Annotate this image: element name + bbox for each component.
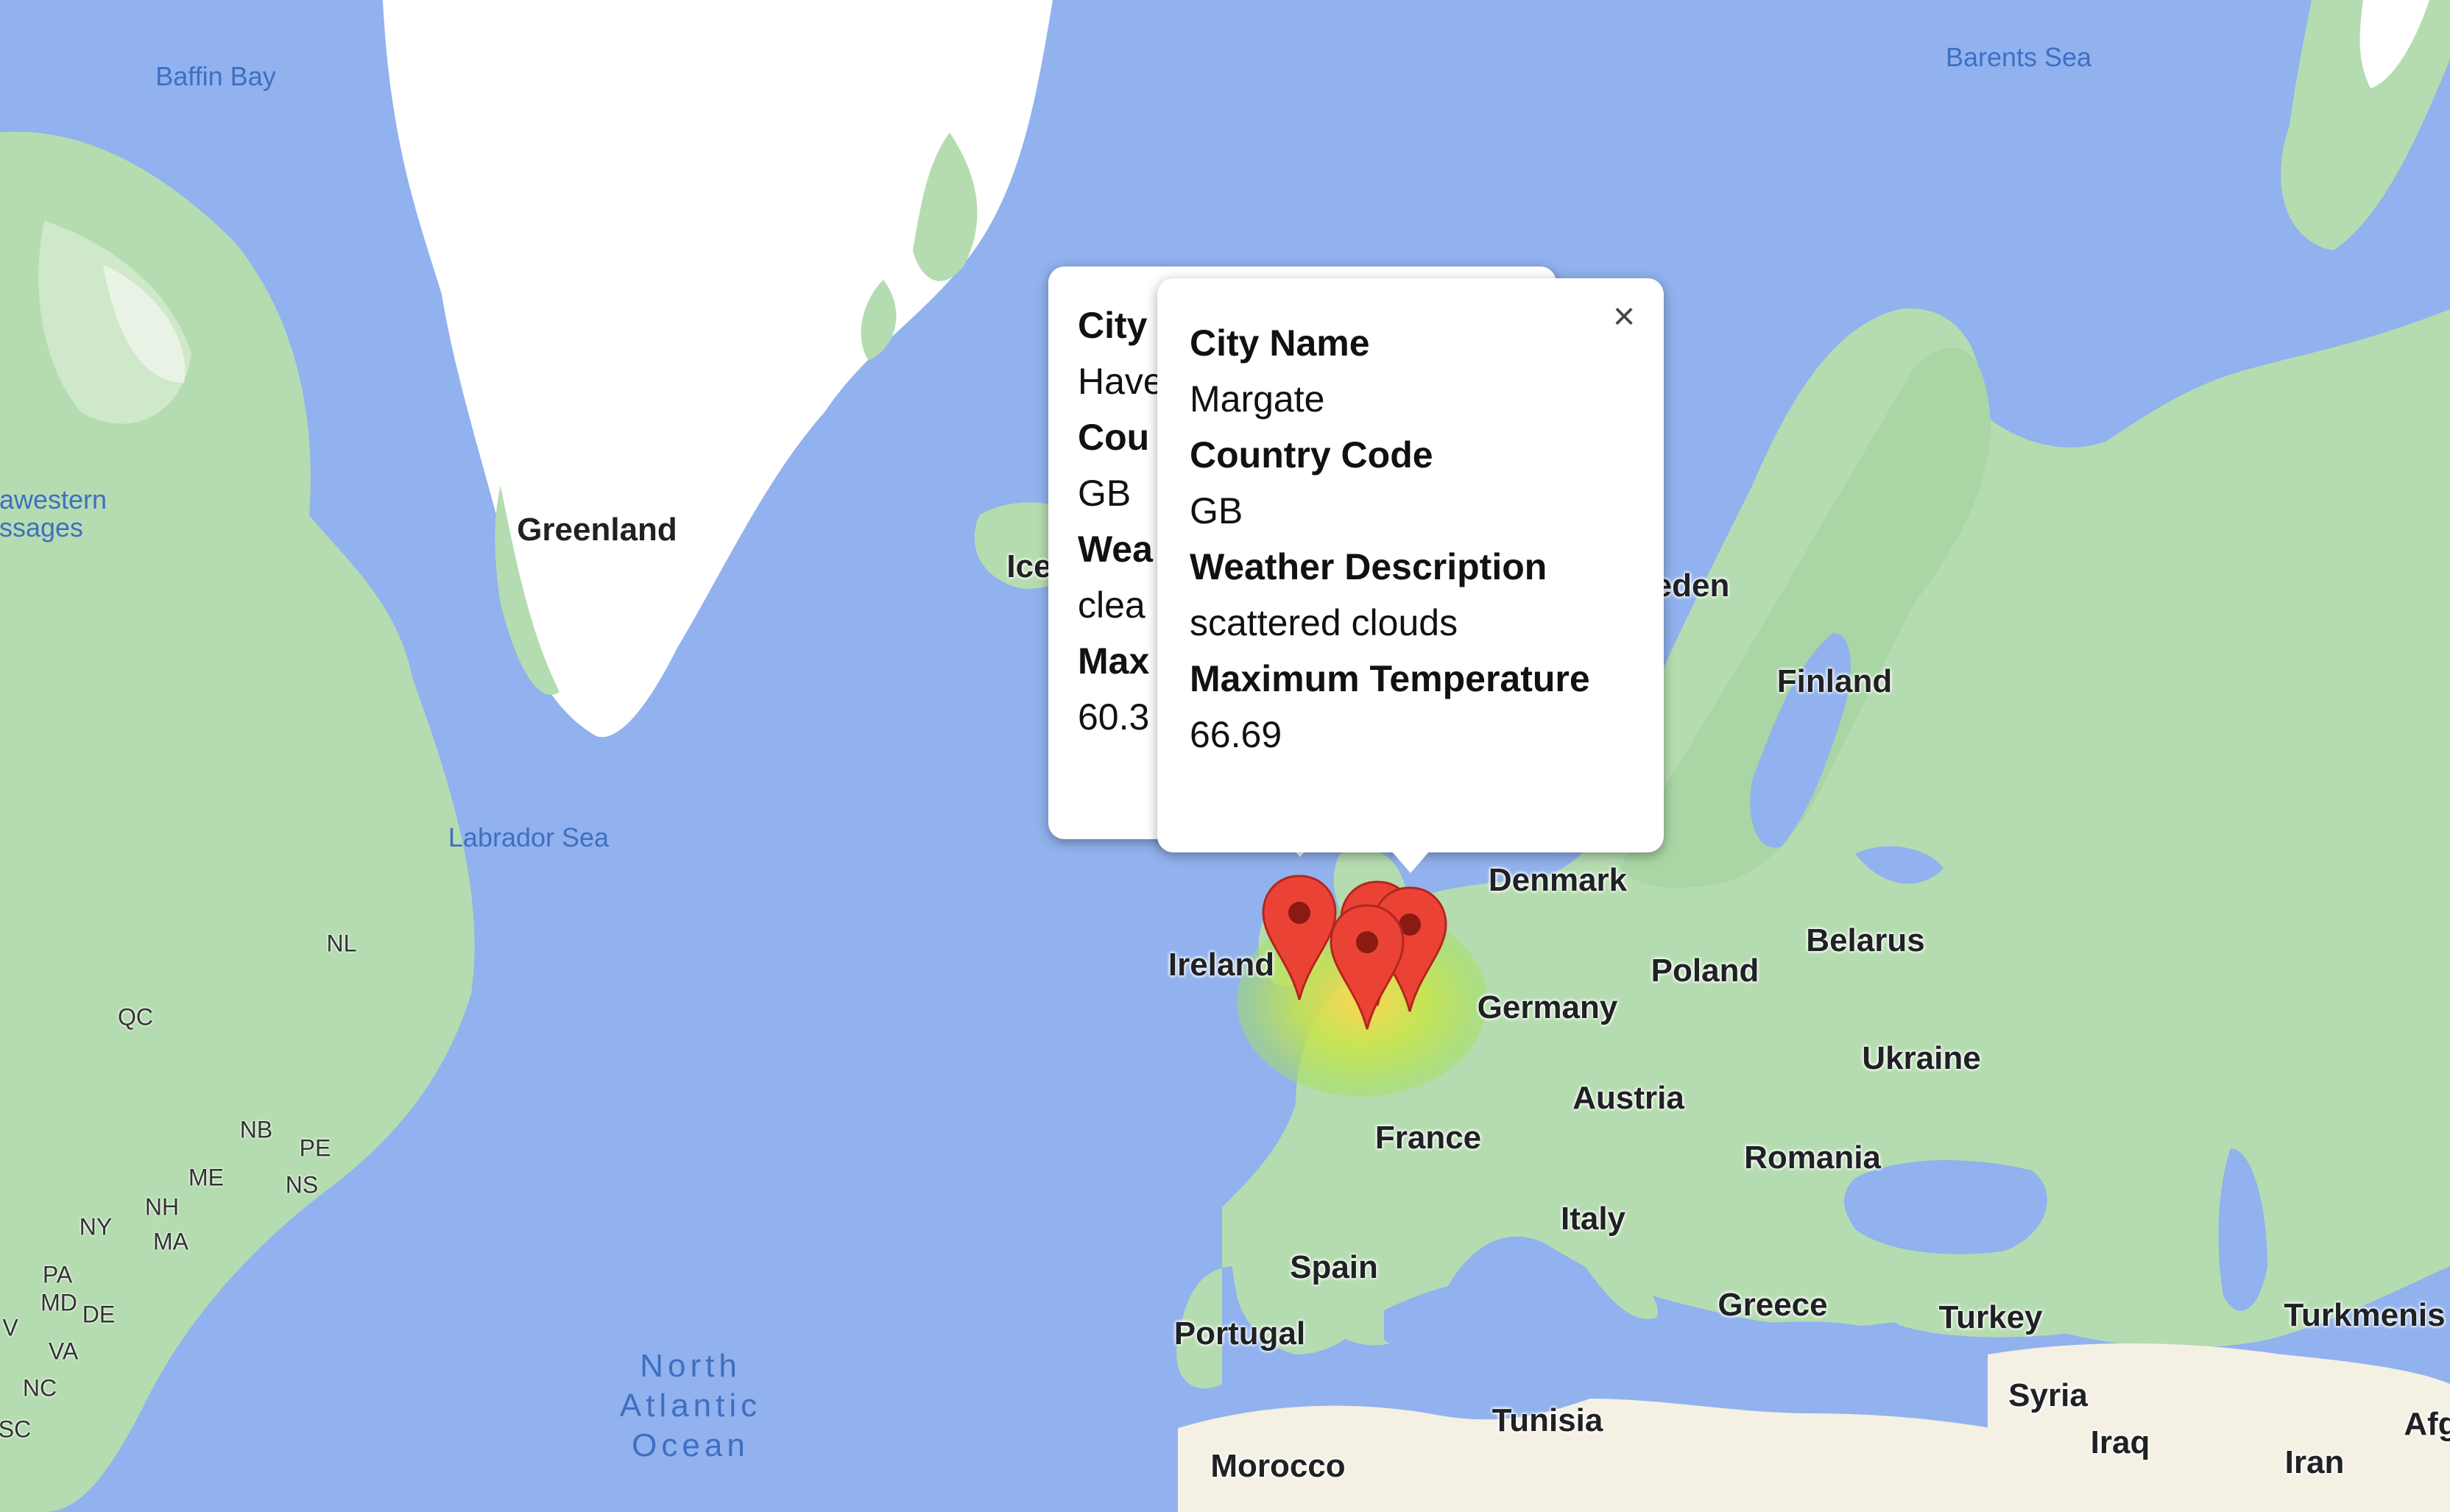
label-denmark: Denmark [1488,862,1628,898]
map-canvas[interactable]: Baffin Bay Barents Sea Labrador Sea awes… [0,0,2450,1512]
label-sweden: eden [1653,568,1730,604]
label-state-va: VA [48,1338,79,1365]
label-state-me: ME [188,1164,224,1191]
label-romania: Romania [1744,1140,1881,1176]
label-state-wv: V [2,1314,18,1341]
info-field-country-code-key: Country Code [1190,434,1433,476]
label-north-atlantic-ocean: North Atlantic Ocean [620,1346,761,1466]
close-icon[interactable]: × [1602,296,1646,340]
info-field-country-code-value: GB [1190,490,1243,531]
ocean-label-line-2: Atlantic [619,1388,762,1424]
label-state-qc: QC [118,1003,153,1031]
label-state-ma: MA [153,1228,188,1255]
label-spain: Spain [1290,1249,1378,1285]
label-france: France [1374,1120,1482,1156]
label-state-sc: SC [0,1416,32,1443]
label-northwestern-passages-1: awestern [0,484,107,515]
label-state-de: DE [82,1301,116,1328]
label-poland: Poland [1651,953,1759,989]
info-field-weather-description-value: scattered clouds [1190,602,1458,643]
label-ukraine: Ukraine [1862,1040,1981,1076]
label-labrador-sea: Labrador Sea [448,822,610,852]
label-state-pe: PE [299,1134,331,1162]
label-baffin-bay: Baffin Bay [155,61,276,91]
label-barents-sea: Barents Sea [1945,42,2092,72]
label-afghanistan: Afg [2404,1406,2450,1442]
label-austria: Austria [1572,1080,1684,1116]
label-iran: Iran [2284,1444,2345,1480]
info-field-maximum-temperature-key: Maximum Temperature [1190,658,1590,699]
label-iraq: Iraq [2090,1424,2150,1460]
info-field-city-name-key: City Name [1190,322,1370,364]
label-turkmenistan: Turkmenis [2284,1297,2446,1333]
label-turkey: Turkey [1938,1299,2043,1335]
label-iceland: Ice [1006,548,1052,584]
label-italy: Italy [1560,1201,1626,1237]
ocean-label-line-3: Ocean [632,1427,749,1463]
label-state-nc: NC [22,1374,57,1402]
label-northwestern-passages-2: ssages [0,512,84,543]
label-tunisia: Tunisia [1491,1402,1603,1438]
info-window-front-tail [1391,851,1430,873]
label-germany: Germany [1477,989,1618,1025]
label-state-nb: NB [239,1116,273,1143]
label-greenland: Greenland [517,512,677,548]
label-state-nh: NH [144,1193,180,1220]
label-state-ns: NS [285,1171,319,1198]
info-field-maximum-temperature-value: 66.69 [1190,714,1282,755]
map-marker-1[interactable] [1260,873,1338,1003]
label-syria: Syria [2008,1377,2088,1413]
label-state-nl: NL [326,930,357,957]
label-ireland: Ireland [1168,947,1275,983]
info-field-weather-description-key: Weather Description [1190,546,1547,587]
label-morocco: Morocco [1210,1448,1346,1484]
label-portugal: Portugal [1173,1315,1306,1352]
label-belarus: Belarus [1806,922,1925,958]
info-window-front[interactable]: × City Name Margate Country Code GB Weat… [1157,278,1664,852]
ocean-label-line-1: North [640,1348,741,1384]
label-state-md: MD [40,1289,77,1316]
map-marker-4[interactable] [1328,902,1406,1032]
info-field-city-name-value: Margate [1190,378,1325,420]
label-greece: Greece [1718,1287,1828,1323]
label-state-pa: PA [42,1261,73,1288]
label-finland: Finland [1776,663,1893,699]
label-state-ny: NY [79,1213,113,1240]
